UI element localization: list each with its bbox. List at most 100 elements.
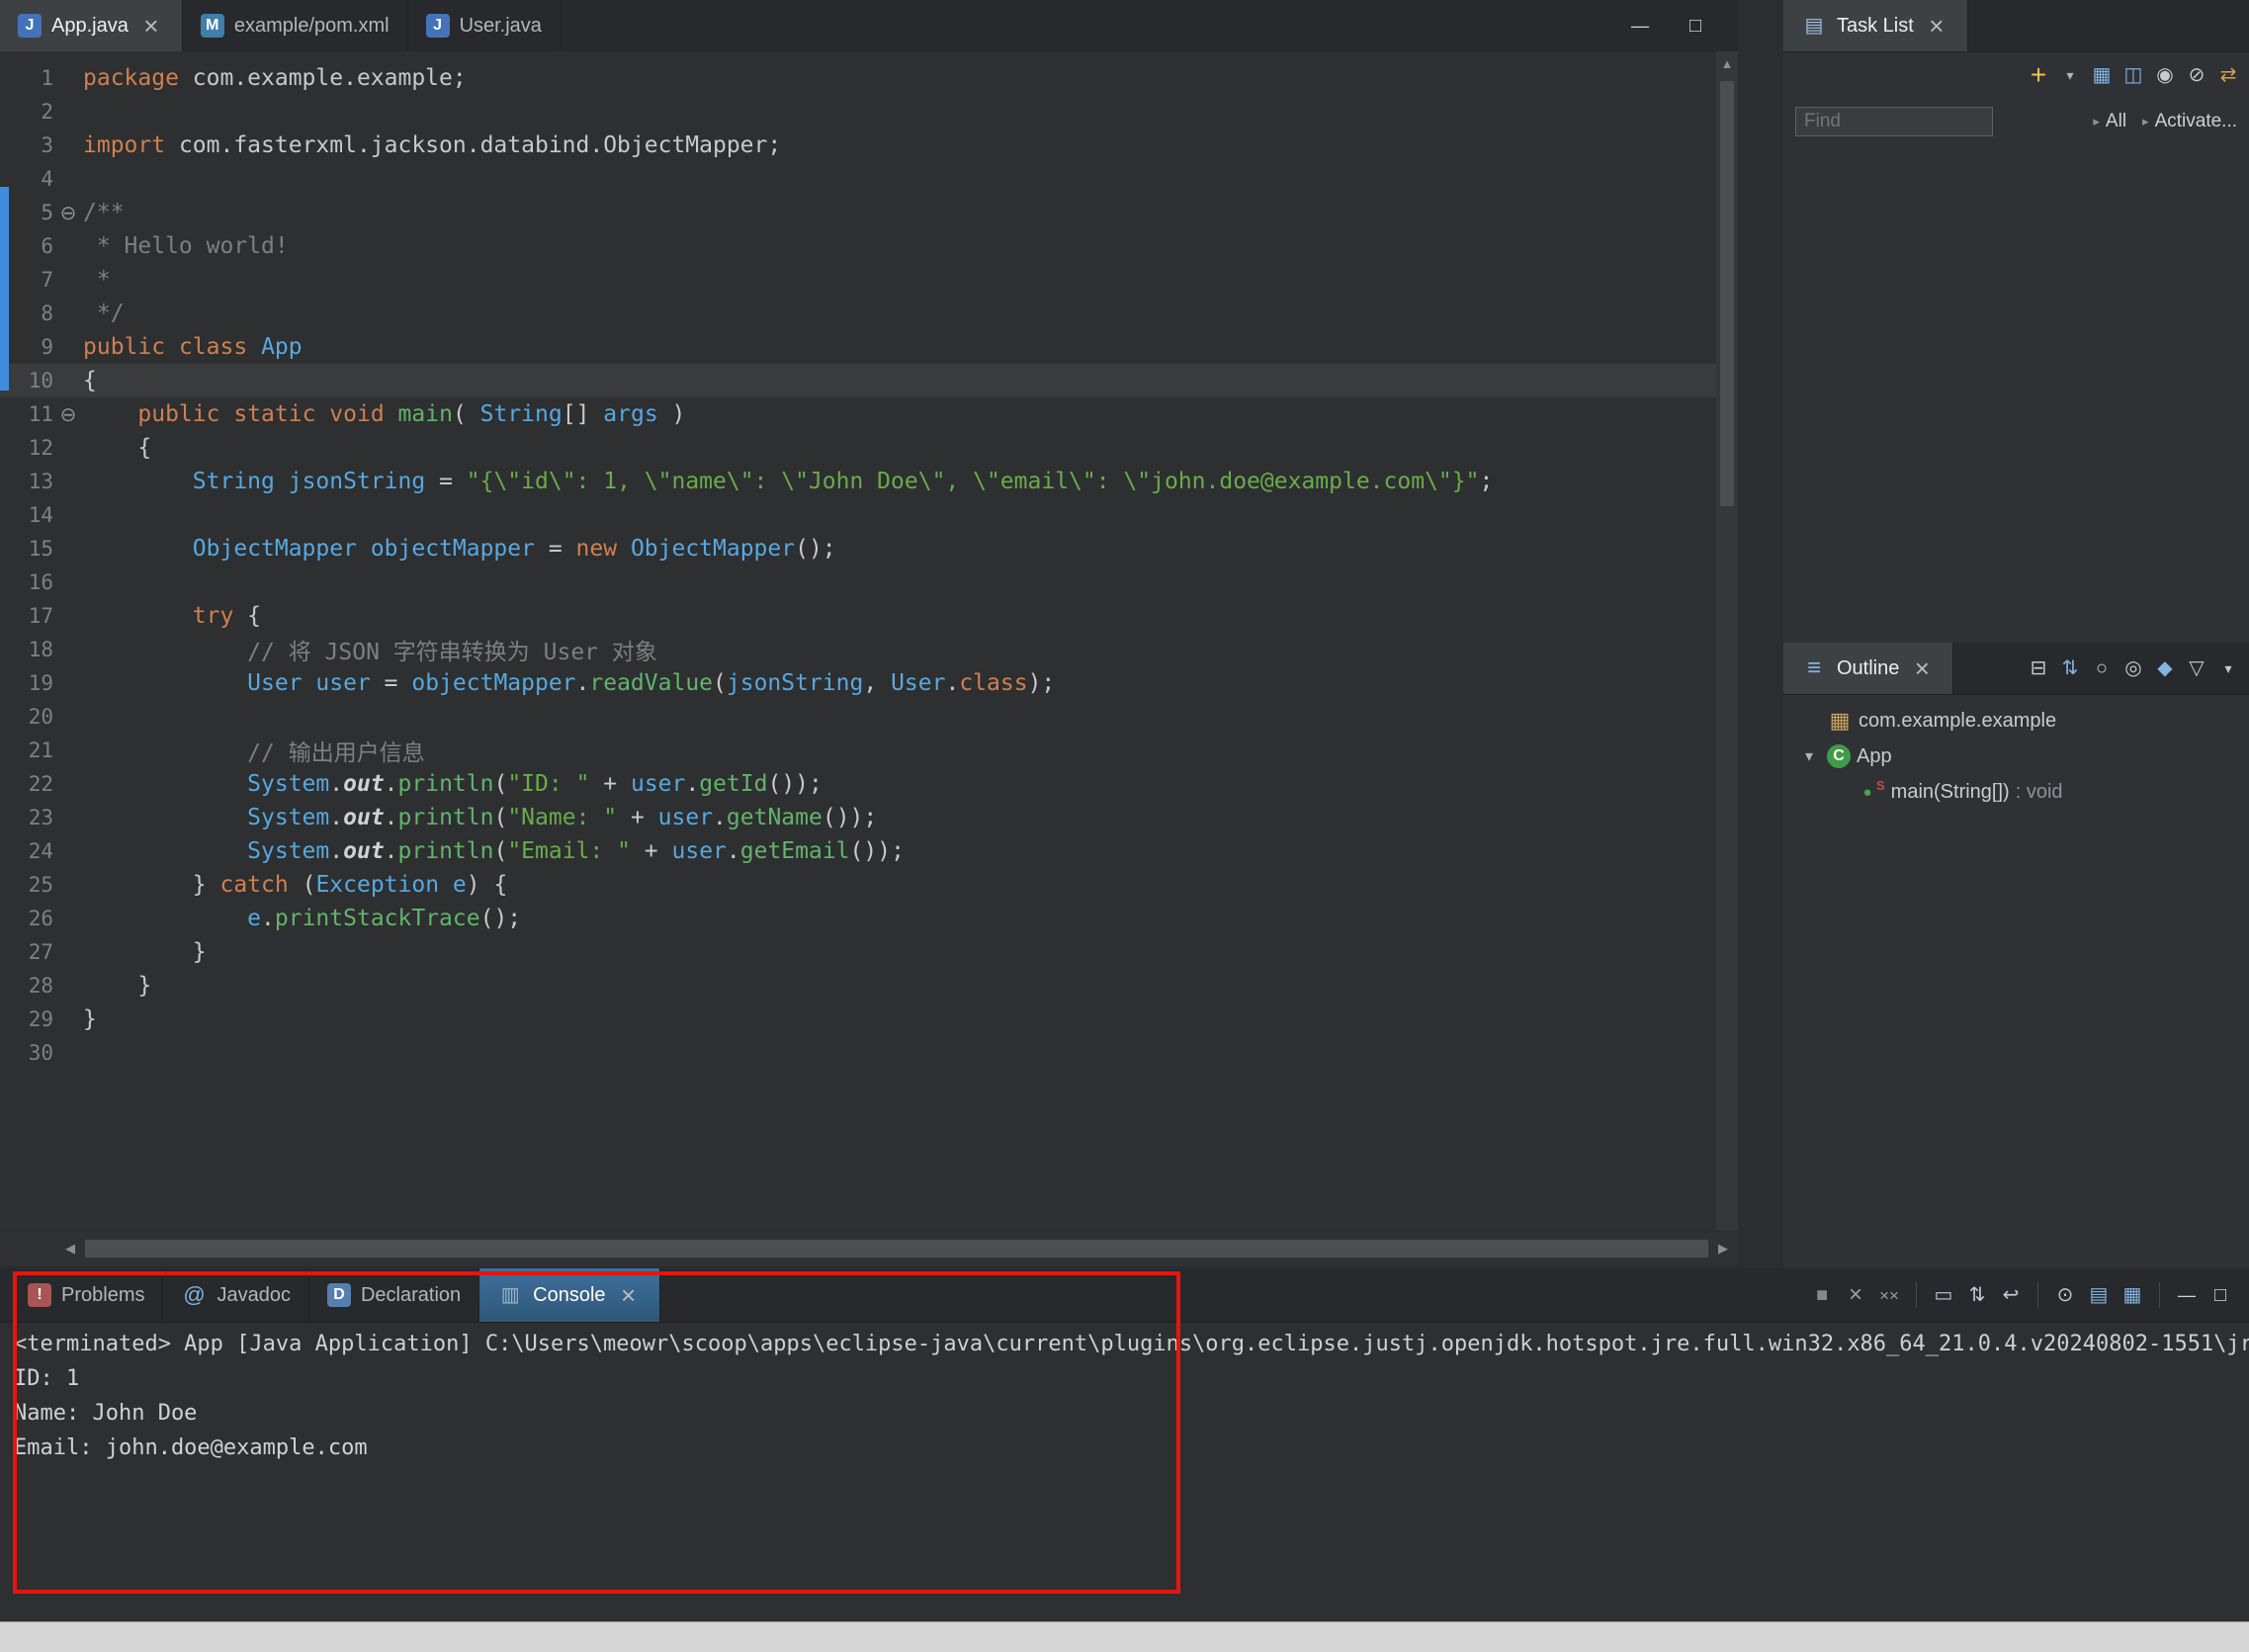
view-tab-problems[interactable]: !Problems bbox=[10, 1268, 163, 1322]
close-icon[interactable]: × bbox=[616, 1282, 642, 1308]
code-line[interactable]: 8 */ bbox=[0, 297, 1716, 330]
line-number[interactable]: 30 bbox=[0, 1041, 53, 1065]
focus-icon[interactable]: ◉ bbox=[2152, 62, 2178, 88]
line-number[interactable]: 20 bbox=[0, 705, 53, 729]
code-line[interactable]: 20 bbox=[0, 700, 1716, 734]
fold-marker[interactable]: ⊖ bbox=[53, 402, 83, 427]
line-number[interactable]: 16 bbox=[0, 570, 53, 594]
line-number[interactable]: 25 bbox=[0, 873, 53, 897]
remove-launch-icon[interactable]: × bbox=[1843, 1282, 1868, 1308]
vertical-scroll-thumb[interactable] bbox=[1720, 81, 1734, 506]
code-line[interactable]: 22 System.out.println("ID: " + user.getI… bbox=[0, 767, 1716, 801]
hide-local-types-icon[interactable]: ▽ bbox=[2184, 655, 2209, 681]
code-line[interactable]: 11⊖ public static void main( String[] ar… bbox=[0, 397, 1716, 431]
code-line[interactable]: 16 bbox=[0, 565, 1716, 599]
line-number[interactable]: 19 bbox=[0, 671, 53, 695]
code-line[interactable]: 10{ bbox=[0, 364, 1716, 397]
code-line[interactable]: 21 // 输出用户信息 bbox=[0, 734, 1716, 767]
minimize-icon[interactable]: — bbox=[2174, 1282, 2200, 1308]
dropdown-icon[interactable]: ▾ bbox=[2057, 62, 2083, 88]
editor-tab-app-java[interactable]: JApp.java× bbox=[0, 0, 183, 51]
line-number[interactable]: 13 bbox=[0, 470, 53, 493]
code-line[interactable]: 28 } bbox=[0, 969, 1716, 1002]
hide-static-icon[interactable]: ◎ bbox=[2120, 655, 2146, 681]
scroll-right-icon[interactable]: ▶ bbox=[1718, 1236, 1728, 1261]
collapse-all-icon[interactable]: ⊟ bbox=[2026, 655, 2051, 681]
maximize-icon[interactable]: □ bbox=[1683, 13, 1708, 39]
line-number[interactable]: 29 bbox=[0, 1007, 53, 1031]
scroll-left-icon[interactable]: ◀ bbox=[65, 1236, 75, 1261]
code-line[interactable]: 9public class App bbox=[0, 330, 1716, 364]
clear-console-icon[interactable]: ▭ bbox=[1931, 1282, 1956, 1308]
code-line[interactable]: 7 * bbox=[0, 263, 1716, 297]
code-line[interactable]: 19 User user = objectMapper.readValue(js… bbox=[0, 666, 1716, 700]
line-number[interactable]: 2 bbox=[0, 100, 53, 124]
code-line[interactable]: 2 bbox=[0, 95, 1716, 129]
close-icon[interactable]: × bbox=[138, 13, 164, 39]
display-selected-console-icon[interactable]: ▤ bbox=[2086, 1282, 2112, 1308]
line-number[interactable]: 15 bbox=[0, 537, 53, 561]
code-line[interactable]: 26 e.printStackTrace(); bbox=[0, 902, 1716, 935]
line-number[interactable]: 21 bbox=[0, 739, 53, 762]
open-console-icon[interactable]: ▦ bbox=[2119, 1282, 2145, 1308]
line-number[interactable]: 24 bbox=[0, 839, 53, 863]
hide-fields-icon[interactable]: ○ bbox=[2089, 655, 2115, 681]
code-line[interactable]: 18 // 将 JSON 字符串转换为 User 对象 bbox=[0, 633, 1716, 666]
scroll-lock-icon[interactable]: ⇅ bbox=[1964, 1282, 1990, 1308]
code-line[interactable]: 24 System.out.println("Email: " + user.g… bbox=[0, 834, 1716, 868]
categorized-icon[interactable]: ▦ bbox=[2089, 62, 2115, 88]
outline-tab[interactable]: ≡ Outline × bbox=[1783, 643, 1953, 694]
view-tab-declaration[interactable]: DDeclaration bbox=[309, 1268, 479, 1322]
code-line[interactable]: 25 } catch (Exception e) { bbox=[0, 868, 1716, 902]
chevron-down-icon[interactable]: ▾ bbox=[1797, 746, 1821, 766]
line-number[interactable]: 23 bbox=[0, 806, 53, 829]
code-line[interactable]: 12 { bbox=[0, 431, 1716, 465]
code-line[interactable]: 3import com.fasterxml.jackson.databind.O… bbox=[0, 129, 1716, 162]
code-line[interactable]: 6 * Hello world! bbox=[0, 229, 1716, 263]
code-line[interactable]: 14 bbox=[0, 498, 1716, 532]
scope-all-button[interactable]: ▸ All bbox=[2093, 111, 2126, 132]
new-task-icon[interactable]: + bbox=[2026, 62, 2051, 88]
outline-node-com-example-example[interactable]: ▦com.example.example bbox=[1783, 703, 2249, 739]
close-icon[interactable]: × bbox=[1909, 655, 1935, 681]
code-line[interactable]: 4 bbox=[0, 162, 1716, 196]
minimize-icon[interactable]: — bbox=[1627, 13, 1653, 39]
maximize-icon[interactable]: □ bbox=[2207, 1282, 2233, 1308]
view-menu-icon[interactable]: ▾ bbox=[2215, 655, 2241, 681]
code-line[interactable]: 15 ObjectMapper objectMapper = new Objec… bbox=[0, 532, 1716, 565]
view-tab-javadoc[interactable]: @Javadoc bbox=[163, 1268, 309, 1322]
code-line[interactable]: 30 bbox=[0, 1036, 1716, 1070]
code-line[interactable]: 29} bbox=[0, 1002, 1716, 1036]
task-list-tab[interactable]: ▤ Task List × bbox=[1783, 0, 1968, 51]
editor-tab-example-pom-xml[interactable]: Mexample/pom.xml bbox=[183, 0, 408, 51]
sort-icon[interactable]: ⇅ bbox=[2057, 655, 2083, 681]
code-line[interactable]: 27 } bbox=[0, 935, 1716, 969]
scheduled-icon[interactable]: ◫ bbox=[2120, 62, 2146, 88]
fold-marker[interactable]: ⊖ bbox=[53, 201, 83, 225]
line-number[interactable]: 22 bbox=[0, 772, 53, 796]
find-input[interactable] bbox=[1795, 107, 1993, 136]
editor-tab-user-java[interactable]: JUser.java bbox=[408, 0, 561, 51]
line-number[interactable]: 1 bbox=[0, 66, 53, 90]
terminate-icon[interactable]: ■ bbox=[1809, 1282, 1835, 1308]
code-editor[interactable]: 1package com.example.example;23import co… bbox=[0, 51, 1716, 1231]
editor-horizontal-scrollbar[interactable]: ◀ ▶ bbox=[0, 1232, 1738, 1265]
view-tab-console[interactable]: ▥Console× bbox=[479, 1268, 659, 1322]
scroll-up-icon[interactable]: ▲ bbox=[1721, 51, 1734, 77]
code-line[interactable]: 17 try { bbox=[0, 599, 1716, 633]
editor-vertical-scrollbar[interactable]: ▲ ▼ bbox=[1716, 51, 1738, 1231]
activate-button[interactable]: ▸ Activate... bbox=[2142, 111, 2237, 132]
line-number[interactable]: 11 bbox=[0, 402, 53, 426]
code-line[interactable]: 23 System.out.println("Name: " + user.ge… bbox=[0, 801, 1716, 834]
line-number[interactable]: 3 bbox=[0, 133, 53, 157]
word-wrap-icon[interactable]: ↩ bbox=[1998, 1282, 2024, 1308]
line-number[interactable]: 14 bbox=[0, 503, 53, 527]
close-icon[interactable]: × bbox=[1924, 13, 1949, 39]
pin-console-icon[interactable]: ⊙ bbox=[2052, 1282, 2078, 1308]
outline-node-main-string[interactable]: ●Smain(String[]) : void bbox=[1783, 774, 2249, 810]
hide-completed-icon[interactable]: ⊘ bbox=[2184, 62, 2209, 88]
line-number[interactable]: 17 bbox=[0, 604, 53, 628]
line-number[interactable]: 27 bbox=[0, 940, 53, 964]
console-view[interactable]: <terminated> App [Java Application] C:\U… bbox=[0, 1323, 2249, 1465]
line-number[interactable]: 18 bbox=[0, 638, 53, 661]
